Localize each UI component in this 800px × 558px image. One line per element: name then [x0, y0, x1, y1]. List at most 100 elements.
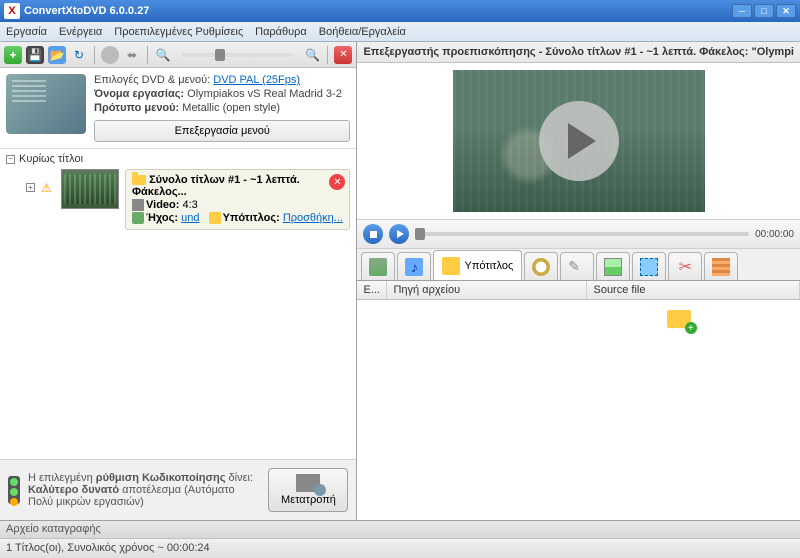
left-toolbar: + 💾 📂 ↻ ⬌ 🔍 🔍 ✕: [0, 42, 356, 68]
quality-section: Η επιλεγμένη ρύθμιση Κωδικοποίησης δίνει…: [0, 459, 356, 520]
edit-menu-button[interactable]: Επεξεργασία μενού: [94, 120, 350, 142]
col-enabled[interactable]: E...: [357, 281, 387, 299]
scissors-icon: ✂: [676, 258, 694, 276]
tab-segments[interactable]: [704, 252, 738, 280]
tab-audio[interactable]: [397, 252, 431, 280]
preview-area: [357, 63, 800, 219]
subtitle-icon: [209, 212, 221, 224]
play-button[interactable]: [389, 224, 409, 244]
disc-button[interactable]: [101, 46, 119, 64]
film-icon: [369, 258, 387, 276]
convert-label: Μετατροπή: [281, 494, 336, 506]
film-icon: [132, 199, 144, 211]
convert-icon: [296, 474, 320, 492]
dvd-menu-thumb[interactable]: [6, 74, 86, 134]
dvd-template-label: Πρότυπο μενού:: [94, 102, 179, 114]
subtitle-table: E... Πηγή αρχείου Source file: [357, 281, 800, 520]
menu-windows[interactable]: Παράθυρα: [255, 26, 307, 38]
editor-tabs: Υπότιτλος ✎ ✂: [357, 249, 800, 281]
audio-icon: [405, 258, 423, 276]
title-thumbnail[interactable]: [61, 169, 119, 209]
col-source[interactable]: Πηγή αρχείου: [387, 281, 587, 299]
menubar: Εργασία Ενέργεια Προεπιλεγμένες Ρυθμίσει…: [0, 22, 800, 42]
save-button[interactable]: 💾: [26, 46, 44, 64]
convert-button[interactable]: Μετατροπή: [268, 468, 348, 512]
timeline-slider[interactable]: [415, 232, 749, 236]
minimize-button[interactable]: ─: [732, 4, 752, 18]
app-icon: X: [4, 3, 20, 19]
menu-file[interactable]: Εργασία: [6, 26, 47, 38]
image-icon: [604, 258, 622, 276]
zoom-slider[interactable]: [182, 53, 293, 57]
maximize-button[interactable]: □: [754, 4, 774, 18]
folder-icon: [132, 175, 146, 185]
clock-icon: [532, 258, 550, 276]
play-overlay-button[interactable]: [539, 101, 619, 181]
dvd-name-label: Όνομα εργασίας:: [94, 88, 184, 100]
subtitle-table-header: E... Πηγή αρχείου Source file: [357, 281, 800, 300]
subtitle-add-link[interactable]: Προσθήκη...: [283, 212, 343, 224]
dvd-options-label: Επιλογές DVD & μενού:: [94, 74, 210, 86]
titlebar: X ConvertXtoDVD 6.0.0.27 ─ □ ✕: [0, 0, 800, 22]
preview-header: Επεξεργαστής προεπισκόπησης - Σύνολο τίτ…: [357, 42, 800, 63]
refresh-button[interactable]: ↻: [70, 46, 88, 64]
separator: [94, 46, 95, 64]
audio-link[interactable]: und: [181, 212, 199, 224]
time-label: 00:00:00: [755, 229, 794, 240]
tab-crop[interactable]: [632, 252, 666, 280]
zoom-in-icon[interactable]: 🔍: [303, 46, 321, 64]
add-subtitle-button[interactable]: [667, 310, 691, 328]
video-value: 4:3: [182, 199, 197, 211]
quality-text: Η επιλεγμένη ρύθμιση Κωδικοποίησης δίνει…: [28, 472, 260, 508]
tree-expander[interactable]: −: [6, 155, 15, 164]
remove-button[interactable]: ✕: [334, 46, 352, 64]
col-sourcefile[interactable]: Source file: [587, 281, 800, 299]
subtitle-label: Υπότιτλος:: [223, 212, 280, 224]
menu-presets[interactable]: Προεπιλεγμένες Ρυθμίσεις: [114, 26, 243, 38]
stop-button[interactable]: [363, 224, 383, 244]
close-button[interactable]: ✕: [776, 4, 796, 18]
statusbar: 1 Τίτλος(οι), Συνολικός χρόνος ~ 00:00:2…: [0, 538, 800, 558]
right-panel: Επεξεργαστής προεπισκόπησης - Σύνολο τίτ…: [357, 42, 800, 520]
zoom-out-icon[interactable]: 🔍: [154, 46, 172, 64]
merge-button[interactable]: ⬌: [123, 46, 141, 64]
dvd-info: Επιλογές DVD & μενού: DVD PAL (25Fps) Όν…: [94, 74, 350, 142]
separator: [147, 46, 148, 64]
titles-tree: − Κυρίως τίτλοι + ⚠ ✕ Σύνολο τίτλων #1 -…: [0, 149, 356, 234]
menu-action[interactable]: Ενέργεια: [59, 26, 102, 38]
app-title: ConvertXtoDVD 6.0.0.27: [24, 5, 149, 17]
traffic-light-icon: [8, 476, 20, 504]
dvd-menu-section: Επιλογές DVD & μενού: DVD PAL (25Fps) Όν…: [0, 68, 356, 149]
subtitle-icon: [442, 257, 460, 275]
title-details: ✕ Σύνολο τίτλων #1 - ~1 λεπτά. Φάκελος..…: [125, 169, 350, 230]
audio-label: Ήχος:: [146, 212, 178, 224]
warning-icon: ⚠: [41, 181, 55, 193]
tab-subtitles-label: Υπότιτλος: [464, 260, 513, 272]
sound-icon: [132, 212, 144, 224]
open-button[interactable]: 📂: [48, 46, 66, 64]
wand-icon: ✎: [568, 258, 586, 276]
video-label: Video:: [146, 199, 179, 211]
title-expander[interactable]: +: [26, 183, 35, 192]
tab-video[interactable]: [361, 252, 395, 280]
add-button[interactable]: +: [4, 46, 22, 64]
tab-brightness[interactable]: ✎: [560, 252, 594, 280]
main-titles-label: Κυρίως τίτλοι: [19, 153, 83, 165]
title-item: + ⚠ ✕ Σύνολο τίτλων #1 - ~1 λεπτά. Φάκελ…: [26, 169, 350, 230]
title-header: Σύνολο τίτλων #1 - ~1 λεπτά. Φάκελος...: [132, 174, 300, 198]
tab-subtitles[interactable]: Υπότιτλος: [433, 250, 522, 280]
dvd-template-value: Metallic (open style): [182, 102, 280, 114]
tab-cut[interactable]: ✂: [668, 252, 702, 280]
dvd-options-link[interactable]: DVD PAL (25Fps): [213, 74, 300, 86]
preview-video: [453, 70, 705, 212]
menu-help[interactable]: Βοήθεια/Εργαλεία: [319, 26, 406, 38]
tab-image[interactable]: [596, 252, 630, 280]
playback-controls: 00:00:00: [357, 219, 800, 249]
filmstrip-icon: [712, 258, 730, 276]
separator: [327, 46, 328, 64]
tab-chapters[interactable]: [524, 252, 558, 280]
dvd-name-value: Olympiakos vS Real Madrid 3-2: [187, 88, 342, 100]
crop-icon: [640, 258, 658, 276]
log-header[interactable]: Αρχείο καταγραφής: [0, 520, 800, 538]
left-panel: + 💾 📂 ↻ ⬌ 🔍 🔍 ✕ Επιλογές DVD & μενού: DV…: [0, 42, 357, 520]
